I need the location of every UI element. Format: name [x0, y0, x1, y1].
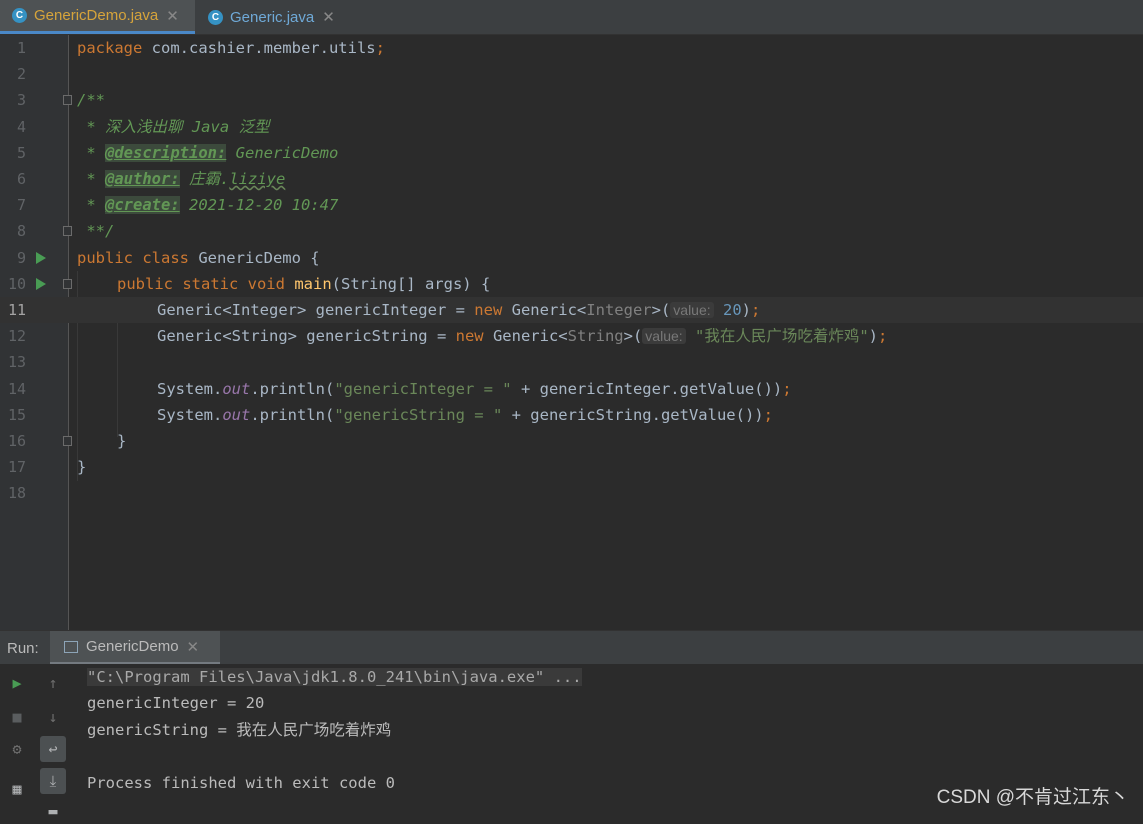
code-line[interactable]: 10 public static void main(String[] args… [0, 271, 1143, 297]
line-number: 12 [7, 327, 26, 346]
parameter-hint: value: [670, 302, 714, 318]
line-number: 16 [7, 432, 26, 450]
code-line[interactable]: 17 } [0, 454, 1143, 480]
tab-generic-java[interactable]: C Generic.java ✕ [196, 0, 346, 34]
line-number: 6 [16, 170, 26, 188]
run-console[interactable]: ▶ ■ ⚙ ▦ ↑ ↓ ↩ ⤓ ▬ "C:\Program Files\Java… [0, 664, 1143, 820]
console-line: genericInteger = 20 [87, 694, 265, 713]
fold-icon[interactable] [63, 436, 72, 446]
code-text: public static void main(String[] args) { [117, 274, 491, 293]
arrow-up-icon[interactable]: ↑ [40, 670, 66, 696]
code-line[interactable]: 15 System.out.println("genericString = "… [0, 402, 1143, 428]
code-text: } [77, 458, 87, 477]
settings-icon[interactable]: ⚙ [4, 736, 30, 762]
console-toolbar-left: ▶ ■ ⚙ ▦ [0, 664, 34, 817]
parameter-hint: value: [642, 328, 686, 345]
console-line: Process finished with exit code 0 [87, 773, 395, 792]
console-toolbar-right: ↑ ↓ ↩ ⤓ ▬ [36, 664, 70, 820]
line-number: 13 [7, 353, 26, 372]
run-tool-window-header: Run: GenericDemo ✕ [0, 630, 1143, 665]
close-icon[interactable]: ✕ [187, 638, 200, 656]
code-text: /** [77, 91, 105, 110]
line-number: 15 [7, 405, 26, 424]
java-class-icon: C [208, 9, 223, 25]
scroll-to-end-icon[interactable]: ⤓ [40, 768, 66, 794]
line-number: 4 [16, 117, 26, 136]
fold-icon[interactable] [63, 278, 72, 289]
console-command-line: "C:\Program Files\Java\jdk1.8.0_241\bin\… [87, 668, 582, 686]
java-class-icon: C [12, 8, 27, 23]
code-line[interactable]: 2 [0, 61, 1143, 87]
code-line[interactable]: 5 * @description: GenericDemo [0, 140, 1143, 166]
code-line[interactable]: 14 System.out.println("genericInteger = … [0, 376, 1143, 402]
code-line[interactable]: 6 * @author: 庄霸.liziye [0, 166, 1143, 192]
line-number: 11 [7, 301, 26, 319]
line-number: 17 [7, 458, 26, 477]
tab-genericdemo-java[interactable]: C GenericDemo.java ✕ [0, 0, 195, 34]
stop-icon[interactable]: ■ [4, 704, 30, 730]
code-line[interactable]: 8 **/ [0, 218, 1143, 244]
close-icon[interactable]: ✕ [166, 7, 179, 25]
code-text: public class GenericDemo { [77, 248, 320, 267]
line-number: 18 [7, 484, 26, 503]
line-number: 10 [7, 274, 26, 293]
fold-icon[interactable] [63, 95, 72, 106]
line-number: 1 [16, 39, 26, 57]
console-icon [64, 640, 78, 653]
fold-icon[interactable] [63, 226, 72, 237]
code-text: System.out.println("genericInteger = " +… [157, 379, 792, 398]
rerun-icon[interactable]: ▶ [4, 670, 30, 696]
code-text: **/ [77, 222, 115, 241]
close-icon[interactable]: ✕ [322, 8, 335, 26]
code-text: package com.cashier.member.utils; [77, 39, 385, 57]
line-number: 3 [16, 91, 26, 110]
layout-icon[interactable]: ▦ [4, 776, 30, 802]
line-number: 2 [16, 65, 26, 84]
code-line-current[interactable]: 11 Generic<Integer> genericInteger = new… [0, 297, 1143, 324]
code-line[interactable]: 1 package com.cashier.member.utils; [0, 35, 1143, 61]
code-text: System.out.println("genericString = " + … [157, 405, 773, 424]
run-gutter-icon[interactable] [36, 251, 46, 264]
run-tab-genericdemo[interactable]: GenericDemo ✕ [50, 631, 220, 665]
tab-label: Generic.java [230, 8, 315, 26]
line-number: 5 [16, 143, 26, 162]
code-line[interactable]: 4 * 深入浅出聊 Java 泛型 [0, 114, 1143, 140]
code-text: * @description: GenericDemo [77, 143, 339, 162]
code-text: * 深入浅出聊 Java 泛型 [77, 117, 270, 136]
line-number: 7 [16, 196, 26, 215]
run-tab-label: GenericDemo [86, 638, 179, 655]
code-editor[interactable]: 1 package com.cashier.member.utils; 2 3 … [0, 35, 1143, 630]
print-icon[interactable]: ▬ [40, 798, 66, 824]
line-number: 8 [16, 222, 26, 241]
code-text: Generic<Integer> genericInteger = new Ge… [157, 301, 761, 319]
arrow-down-icon[interactable]: ↓ [40, 704, 66, 730]
editor-tab-bar: C GenericDemo.java ✕ C Generic.java ✕ [0, 0, 1143, 35]
run-label: Run: [7, 640, 39, 657]
code-text: * @create: 2021-12-20 10:47 [77, 196, 339, 215]
code-text: Generic<String> genericString = new Gene… [157, 327, 888, 346]
line-number: 14 [7, 379, 26, 398]
code-line[interactable]: 3 /** [0, 87, 1143, 113]
soft-wrap-icon[interactable]: ↩ [40, 736, 66, 762]
code-line[interactable]: 7 * @create: 2021-12-20 10:47 [0, 192, 1143, 218]
code-text: } [117, 432, 127, 450]
code-text: * @author: 庄霸.liziye [77, 170, 286, 188]
code-line[interactable]: 16 } [0, 428, 1143, 454]
code-line[interactable]: 13 [0, 349, 1143, 375]
code-line[interactable]: 18 [0, 480, 1143, 506]
code-line[interactable]: 12 Generic<String> genericString = new G… [0, 323, 1143, 349]
watermark: CSDN @不肯过江东丶 [936, 787, 1129, 808]
code-line[interactable]: 9 public class GenericDemo { [0, 245, 1143, 271]
tab-label: GenericDemo.java [34, 7, 159, 24]
console-line: genericString = 我在人民广场吃着炸鸡 [87, 720, 392, 739]
run-gutter-icon[interactable] [36, 277, 46, 290]
console-output: "C:\Program Files\Java\jdk1.8.0_241\bin\… [87, 664, 582, 796]
line-number: 9 [16, 248, 26, 267]
